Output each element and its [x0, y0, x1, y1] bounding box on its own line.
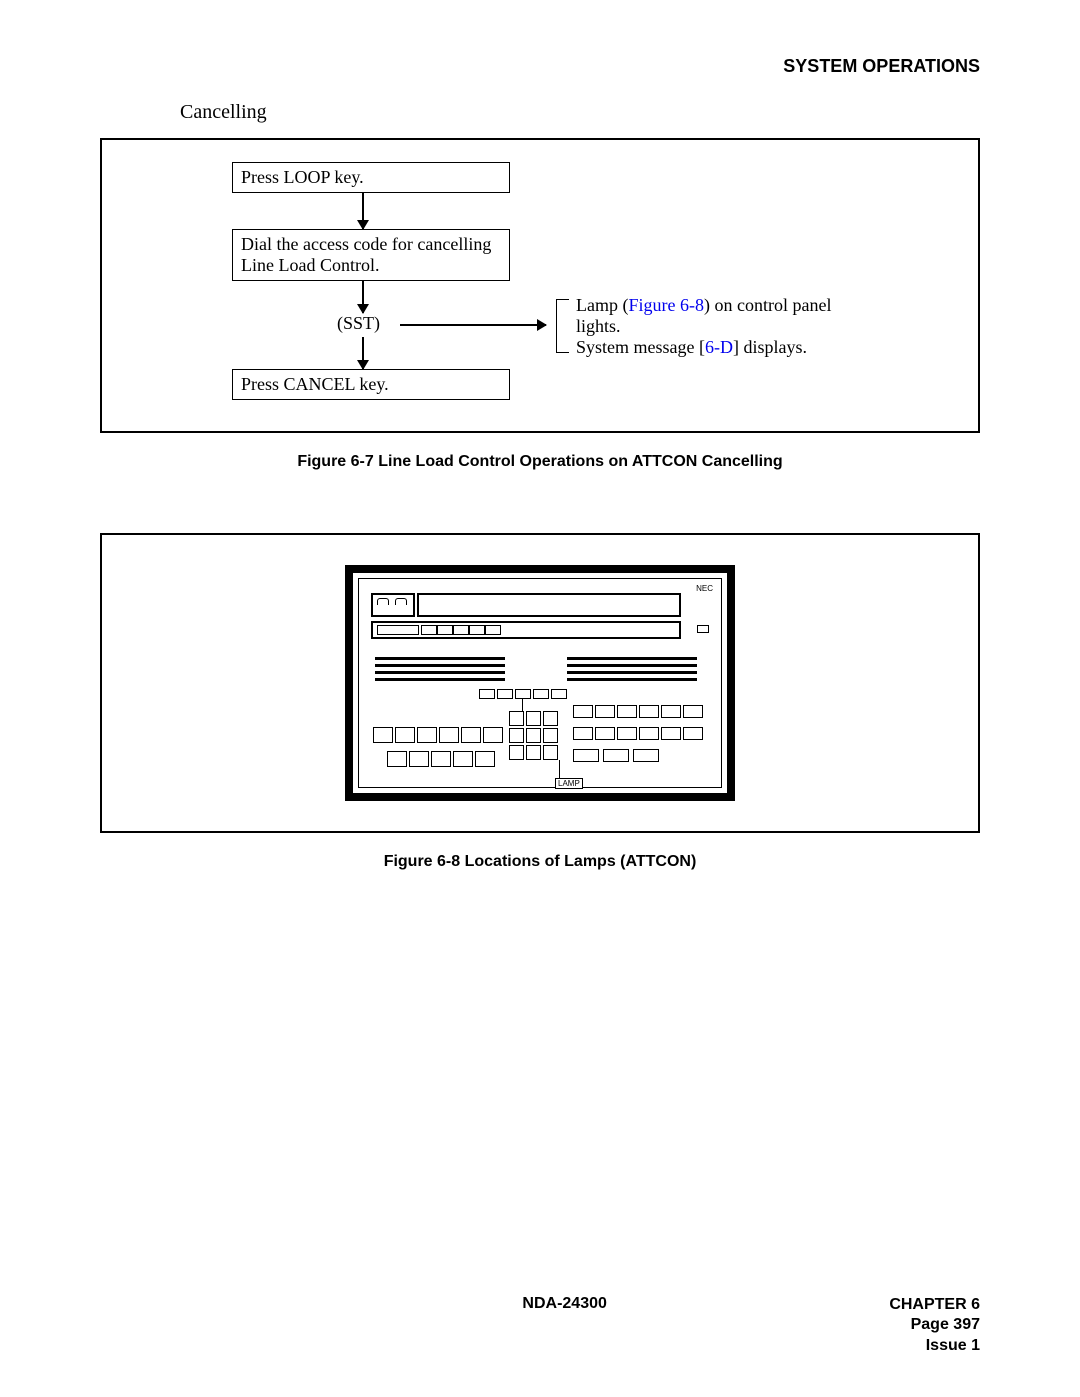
sst-note: Lamp (Figure 6-8) on control panel light…	[576, 295, 876, 358]
sst-label: (SST)	[337, 313, 380, 334]
attcon-panel-figure: NEC	[100, 533, 980, 833]
page-footer: NDA-24300 CHAPTER 6 Page 397 Issue 1	[100, 1295, 980, 1357]
issue-label: Issue 1	[889, 1336, 980, 1357]
step-dial-access-code: Dial the access code for cancelling Line…	[232, 229, 510, 281]
led-icon	[697, 625, 709, 633]
step-press-cancel: Press CANCEL key.	[232, 369, 510, 400]
doc-number: NDA-24300	[240, 1295, 889, 1357]
caption-figure-6-8: Figure 6-8 Locations of Lamps (ATTCON)	[100, 853, 980, 871]
main-display	[417, 593, 681, 617]
small-display	[371, 593, 415, 617]
page-number: Page 397	[889, 1315, 980, 1336]
attcon-device: NEC	[345, 565, 735, 801]
lamp-label: LAMP	[555, 778, 583, 789]
link-figure-6-8[interactable]: Figure 6-8	[628, 295, 704, 315]
arrow-right-icon	[400, 324, 546, 326]
page-header: SYSTEM OPERATIONS	[100, 56, 980, 77]
arrow-down-icon	[362, 337, 364, 369]
brand-label: NEC	[696, 584, 713, 593]
flowchart-cancelling: Press LOOP key. Dial the access code for…	[100, 138, 980, 433]
arrow-down-icon	[362, 193, 364, 229]
caption-figure-6-7: Figure 6-7 Line Load Control Operations …	[100, 453, 980, 471]
bracket-icon	[556, 299, 569, 353]
arrow-down-icon	[362, 281, 364, 313]
step-press-loop: Press LOOP key.	[232, 162, 510, 193]
chapter-label: CHAPTER 6	[889, 1295, 980, 1316]
secondary-display	[371, 621, 681, 639]
subsection-title: Cancelling	[180, 101, 980, 124]
link-6d[interactable]: 6-D	[705, 337, 733, 357]
